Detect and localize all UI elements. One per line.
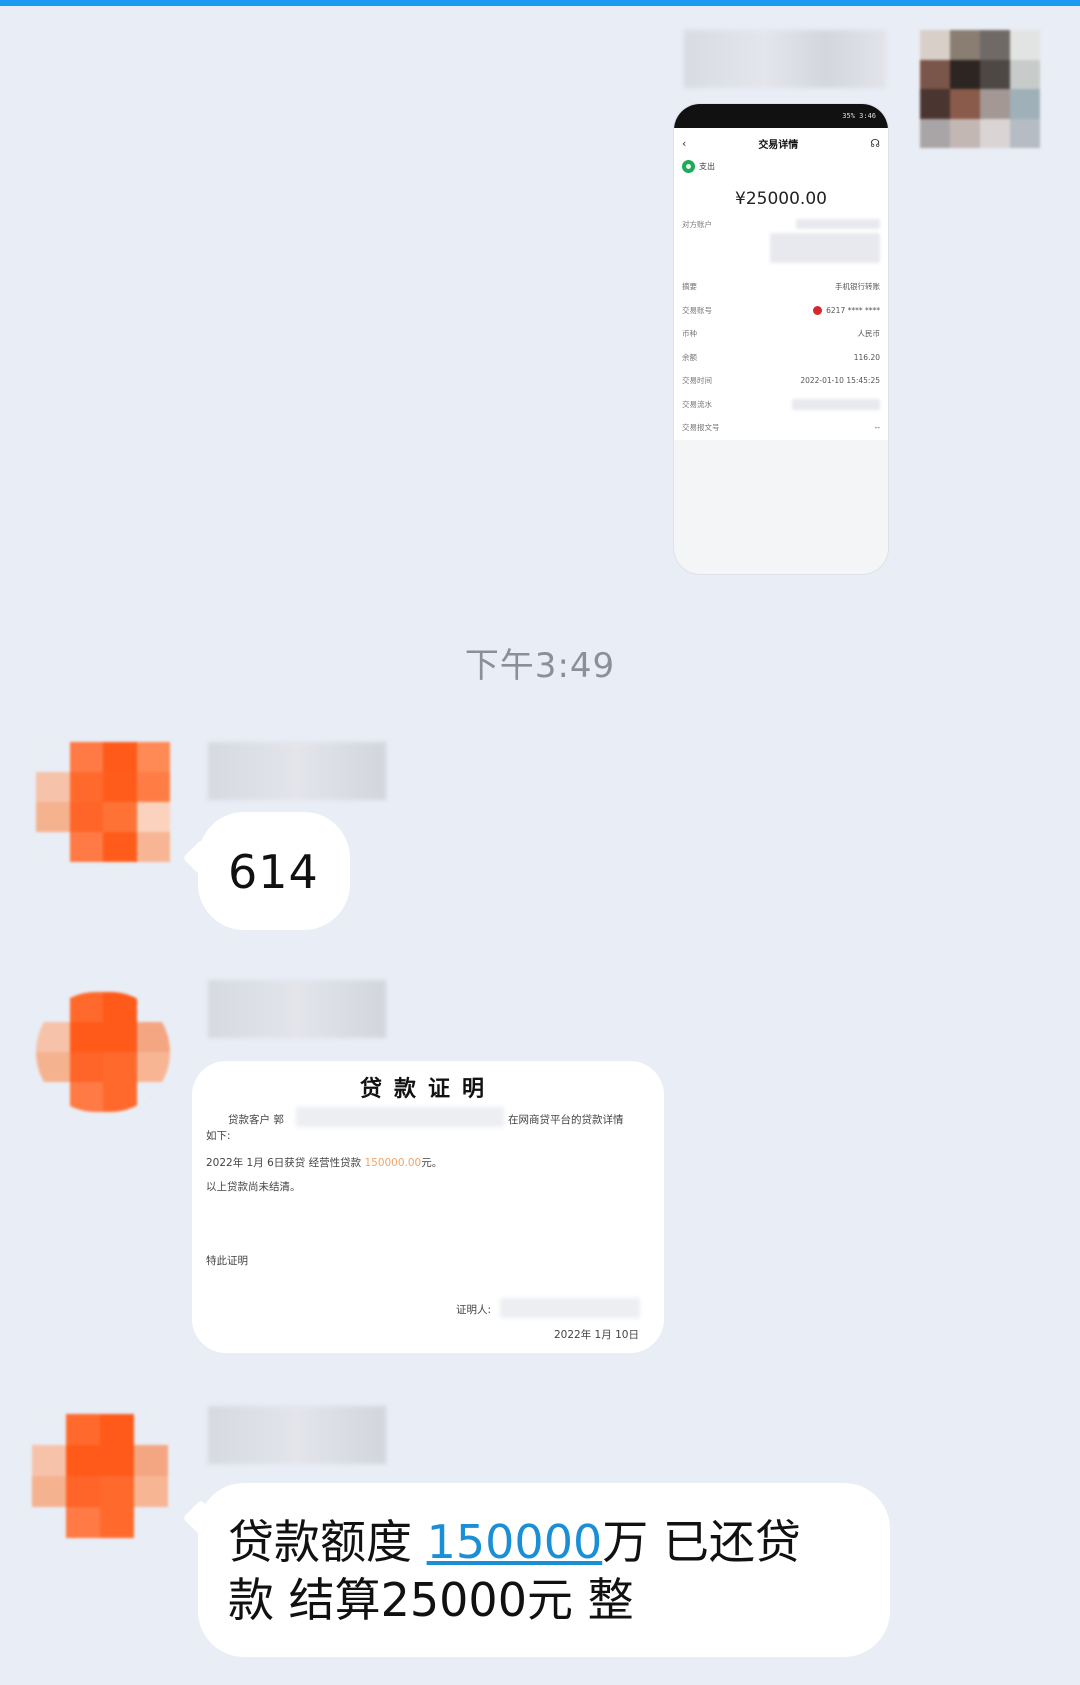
phone-status-text: 35% 3:46: [842, 112, 876, 120]
contact-avatar[interactable]: [32, 1414, 168, 1538]
contact-name-blurred: [208, 742, 386, 800]
message-bubble[interactable]: 614: [198, 812, 350, 930]
tx-row-key: 交易账号: [682, 305, 712, 315]
message-text-part: 款 结算25000元 整: [228, 1573, 634, 1627]
message-bubble[interactable]: 贷款额度 150000万 已还贷 款 结算25000元 整: [198, 1483, 890, 1657]
phone-nav-bar: ‹ 交易详情 ☊: [674, 128, 888, 158]
tx-type: 支出: [674, 158, 888, 175]
certificate-line: 在网商贷平台的贷款详情: [508, 1112, 624, 1127]
tx-row-value: 2022-01-10 15:45:25: [800, 376, 880, 386]
tx-type-label: 支出: [699, 162, 715, 171]
tx-row: 交易流水: [674, 393, 888, 417]
tx-row-key: 交易报文号: [682, 423, 720, 433]
tx-row: 交易时间 2022-01-10 15:45:25: [674, 369, 888, 393]
back-icon: ‹: [682, 136, 687, 150]
tx-row-key: 币种: [682, 329, 697, 339]
tx-row-key: 交易时间: [682, 376, 712, 386]
certificate-line: 如下:: [206, 1130, 231, 1142]
tx-amount: ¥25000.00: [735, 189, 827, 209]
top-accent-bar: [0, 0, 1080, 6]
tx-row: 余额 116.20: [674, 346, 888, 370]
tx-row-key: 摘要: [682, 282, 697, 292]
loan-certificate-image[interactable]: 贷款证明 贷款客户 郭 在网商贷平台的贷款详情 如下: 2022年 1月 6日获…: [192, 1061, 664, 1353]
certificate-text: 元。: [421, 1157, 443, 1169]
redacted-name: [296, 1107, 504, 1127]
tx-row-key: 余额: [682, 352, 697, 362]
headset-icon: ☊: [870, 136, 880, 150]
certificate-witness-label: 证明人:: [456, 1304, 492, 1316]
tx-row: 摘要 手机银行转账: [674, 275, 888, 299]
contact-avatar[interactable]: [36, 742, 170, 862]
tx-row-account: 对方账户: [674, 219, 888, 275]
certificate-line: 以上贷款尚未结清。: [206, 1181, 301, 1193]
certificate-text: 2022年 1月 6日获贷 经营性贷款: [206, 1157, 362, 1169]
tx-row-key: 对方账户: [682, 220, 712, 229]
tx-row-value: 人民币: [857, 329, 881, 339]
bank-logo-icon: [813, 305, 823, 315]
tx-row-key: 交易流水: [682, 399, 712, 409]
tx-row: 交易账号 6217 **** ****: [674, 299, 888, 323]
certificate-text: 贷款客户 郭: [228, 1114, 284, 1126]
message-text: 贷款额度 150000万 已还贷 款 结算25000元 整: [228, 1513, 868, 1629]
message-timestamp: 下午3:49: [464, 646, 616, 686]
transaction-screenshot[interactable]: 35% 3:46 ‹ 交易详情 ☊ 支出 ¥25000.00 对方账户 摘要 手…: [674, 104, 888, 574]
certificate-text: 在网商贷平台的贷款详情: [508, 1114, 624, 1126]
certificate-line: 贷款客户 郭: [228, 1112, 284, 1127]
certificate-line: 2022年 1月 6日获贷 经营性贷款 150000.00元。: [206, 1155, 442, 1170]
certificate-title: 贷款证明: [359, 1077, 496, 1102]
tx-row-value: --: [874, 423, 880, 433]
contact-name-blurred: [208, 980, 386, 1038]
phone-nav-title: 交易详情: [758, 139, 799, 151]
tx-row: 交易报文号 --: [674, 416, 888, 440]
message-text-part: 贷款额度: [228, 1515, 427, 1569]
phone-status-bar: 35% 3:46: [674, 104, 888, 128]
my-avatar[interactable]: [920, 30, 1040, 148]
message-link[interactable]: 150000: [427, 1515, 603, 1569]
redacted-witness: [500, 1298, 640, 1318]
tx-type-icon: [682, 160, 695, 173]
tx-row-value: 手机银行转账: [835, 282, 880, 292]
sender-name-blurred: [684, 30, 886, 88]
tx-row: 币种 人民币: [674, 322, 888, 346]
contact-avatar[interactable]: [36, 992, 170, 1112]
contact-name-blurred: [208, 1406, 386, 1464]
tx-row-value: 6217 **** ****: [826, 305, 880, 315]
tx-row-value: 116.20: [853, 352, 880, 362]
certificate-amount: 150000.00: [364, 1157, 422, 1169]
certificate-date: 2022年 1月 10日: [554, 1329, 639, 1341]
certificate-line: 特此证明: [206, 1255, 248, 1267]
message-text-part: 万 已还贷: [602, 1515, 801, 1569]
message-text: 614: [228, 845, 319, 899]
